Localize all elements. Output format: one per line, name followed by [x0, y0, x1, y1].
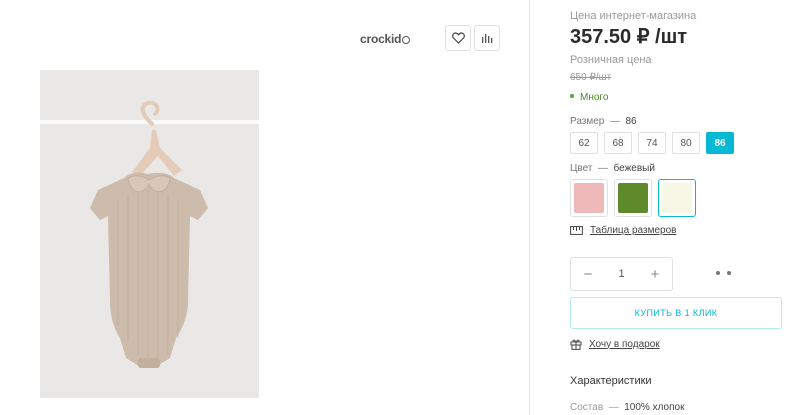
brand-logo[interactable]: crockid: [360, 32, 411, 46]
bodysuit-illustration: [40, 70, 259, 398]
quantity-increase-button[interactable]: +: [648, 266, 662, 283]
product-page: crockid Цена интернет-магазина 357.50 ₽ …: [0, 0, 800, 415]
product-image[interactable]: [40, 70, 259, 398]
compare-button[interactable]: [474, 25, 500, 51]
size-heading: Размер — 86: [570, 116, 637, 127]
gift-wish-link[interactable]: Хочу в подарок: [570, 338, 660, 350]
size-options: 62 68 74 80 86: [570, 132, 734, 154]
color-heading: Цвет — бежевый: [570, 163, 655, 174]
size-table-link[interactable]: Таблица размеров: [570, 225, 676, 236]
size-option[interactable]: 62: [570, 132, 598, 154]
color-options: [570, 179, 696, 217]
logo-circle-icon: [402, 36, 411, 44]
quantity-value[interactable]: 1: [618, 268, 624, 280]
color-swatch-beige[interactable]: [658, 179, 696, 217]
size-option[interactable]: 74: [638, 132, 666, 154]
loading-dots-icon: [716, 271, 731, 275]
product-info: Цена интернет-магазина 357.50 ₽ /шт Розн…: [570, 0, 800, 415]
composition-row: Состав — 100% хлопок: [570, 402, 685, 413]
color-swatch-pink[interactable]: [570, 179, 608, 217]
stock-status: Много: [570, 92, 608, 103]
online-price: 357.50 ₽ /шт: [570, 26, 688, 48]
color-swatch-green[interactable]: [614, 179, 652, 217]
product-gallery: crockid: [0, 0, 530, 415]
buy-one-click-button[interactable]: КУПИТЬ В 1 КЛИК: [570, 297, 782, 329]
retail-price-label: Розничная цена: [570, 54, 652, 66]
bar-chart-icon: [482, 34, 493, 43]
retail-price: 650 ₽/шт: [570, 72, 612, 83]
stock-dot-icon: [570, 94, 574, 98]
quantity-decrease-button[interactable]: −: [581, 266, 595, 283]
favorite-button[interactable]: [445, 25, 471, 51]
ruler-icon: [570, 226, 583, 235]
quantity-stepper: − 1 +: [570, 257, 673, 291]
size-option[interactable]: 68: [604, 132, 632, 154]
gift-icon: [570, 339, 582, 350]
online-price-label: Цена интернет-магазина: [570, 10, 697, 22]
characteristics-title: Характеристики: [570, 375, 652, 387]
size-option[interactable]: 80: [672, 132, 700, 154]
heart-icon: [451, 32, 465, 44]
size-option-selected[interactable]: 86: [706, 132, 734, 154]
